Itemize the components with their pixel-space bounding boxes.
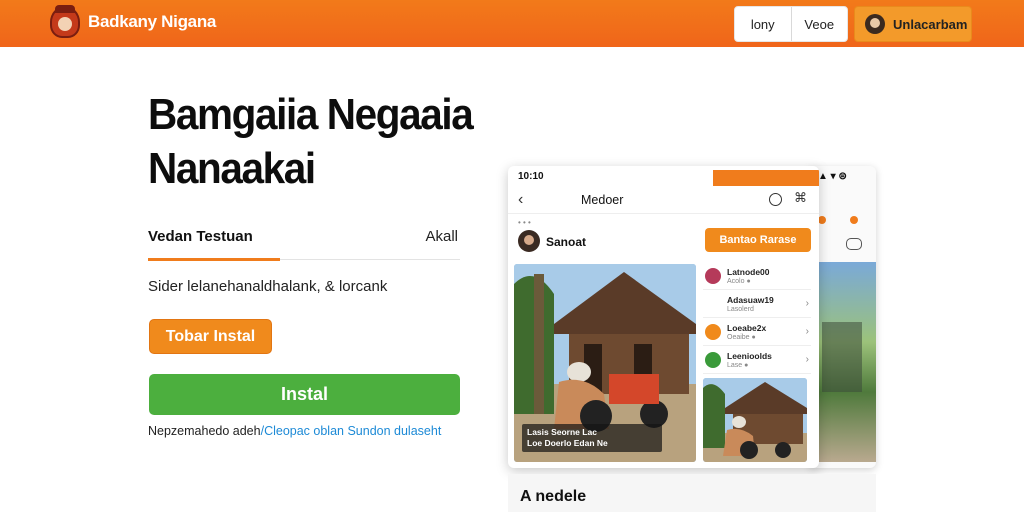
photo-caption: Lasis Seorne Lac Loe Doerlo Edan Ne bbox=[522, 424, 662, 452]
house-photo-small bbox=[703, 378, 807, 462]
list-item-sub: Acolo ● bbox=[727, 278, 751, 285]
brand-name: Badkany Nigana bbox=[88, 12, 217, 31]
user-label: Unlacarbam bbox=[893, 16, 968, 32]
nav-button-veoe[interactable]: Veoe bbox=[790, 7, 848, 41]
list-item-label: Leenioolds bbox=[727, 351, 772, 361]
page-title: Bamgaiia Negaaia Nanaakai bbox=[148, 88, 479, 196]
tab-vedan-testuan[interactable]: Vedan Testuan bbox=[148, 228, 253, 245]
user-icon bbox=[705, 268, 721, 284]
user-icon bbox=[705, 352, 721, 368]
profile-row: Sanoat Bantao Rarase bbox=[508, 226, 819, 260]
list-item[interactable]: Latnode00 Acolo ● bbox=[703, 264, 811, 290]
chevron-right-icon: › bbox=[805, 298, 809, 309]
user-icon bbox=[705, 296, 721, 312]
below-phone-section: A nedele bbox=[508, 474, 876, 512]
phone-mock: 10:10 ‹ Medoer ⌘ • • • Sanoat Bantao Rar… bbox=[508, 166, 819, 468]
profile-name: Sanoat bbox=[546, 235, 587, 249]
install-note-link[interactable]: /Cleopac oblan Sundon dulaseht bbox=[261, 424, 442, 438]
install-note-text: Nepzemahedo adeh bbox=[148, 424, 261, 438]
tab-underline bbox=[148, 258, 280, 261]
chevron-right-icon: › bbox=[805, 354, 809, 365]
notification-dot-icon bbox=[818, 216, 826, 224]
follow-button[interactable]: Bantao Rarase bbox=[705, 228, 811, 252]
photo-thumbnail bbox=[816, 262, 876, 462]
top-bar: Badkany Nigana lony Veoe Unlacarbam bbox=[0, 0, 1024, 47]
nav-button-lony[interactable]: lony bbox=[735, 7, 791, 41]
page-title-line-2: Nanaakai bbox=[148, 144, 316, 193]
photo-main[interactable]: Lasis Seorne Lac Loe Doerlo Edan Ne bbox=[514, 264, 696, 462]
clock-icon[interactable] bbox=[769, 193, 782, 206]
message-icon bbox=[846, 238, 862, 250]
contact-list: Latnode00 Acolo ● Adasuaw19 Lasolerd › L… bbox=[703, 264, 811, 374]
tab-all[interactable]: Akall bbox=[425, 228, 458, 245]
list-item-sub: Lasolerd bbox=[727, 306, 754, 313]
install-note: Nepzemahedo adeh/Cleopac oblan Sundon du… bbox=[148, 424, 441, 438]
brand-logo-icon bbox=[50, 5, 80, 38]
description: Sider lelanehanaldhalank, & lorcank bbox=[148, 278, 388, 295]
app-title: Medoer bbox=[581, 193, 624, 207]
status-icons: ▲ ▾ ⊜ bbox=[818, 171, 847, 182]
brand[interactable]: Badkany Nigana bbox=[50, 5, 217, 38]
list-item-sub: Oeaibe ● bbox=[727, 334, 756, 341]
status-bar: 10:10 bbox=[508, 166, 819, 188]
avatar bbox=[865, 14, 885, 34]
list-item[interactable]: Loeabe2x Oeaibe ● › bbox=[703, 320, 811, 346]
notification-dot-icon bbox=[850, 216, 858, 224]
section-title: A nedele bbox=[520, 488, 587, 505]
list-item-label: Latnode00 bbox=[727, 267, 770, 277]
list-item[interactable]: Leenioolds Lase ● › bbox=[703, 348, 811, 374]
list-item[interactable]: Adasuaw19 Lasolerd › bbox=[703, 292, 811, 318]
try-install-button[interactable]: Tobar Instal bbox=[149, 319, 272, 354]
page-title-line-1: Bamgaiia Negaaia bbox=[148, 90, 474, 139]
nav-group: lony Veoe bbox=[734, 6, 848, 42]
back-arrow-icon[interactable]: ‹ bbox=[518, 191, 523, 209]
phone-mock-back: ▲ ▾ ⊜ bbox=[810, 166, 876, 468]
user-menu-button[interactable]: Unlacarbam bbox=[854, 6, 972, 42]
share-icon[interactable]: ⌘ bbox=[794, 190, 807, 206]
app-bar: ‹ Medoer ⌘ bbox=[508, 188, 819, 214]
photo-small[interactable] bbox=[703, 378, 807, 462]
avatar[interactable] bbox=[518, 230, 540, 252]
tab-bar: Vedan Testuan Akall bbox=[148, 224, 460, 261]
list-item-label: Adasuaw19 bbox=[727, 295, 774, 305]
list-item-label: Loeabe2x bbox=[727, 323, 767, 333]
user-icon bbox=[705, 324, 721, 340]
status-banner bbox=[713, 170, 819, 186]
chevron-right-icon: › bbox=[805, 326, 809, 337]
status-time: 10:10 bbox=[518, 171, 544, 182]
list-item-sub: Lase ● bbox=[727, 362, 749, 369]
install-button[interactable]: Instal bbox=[149, 374, 460, 415]
